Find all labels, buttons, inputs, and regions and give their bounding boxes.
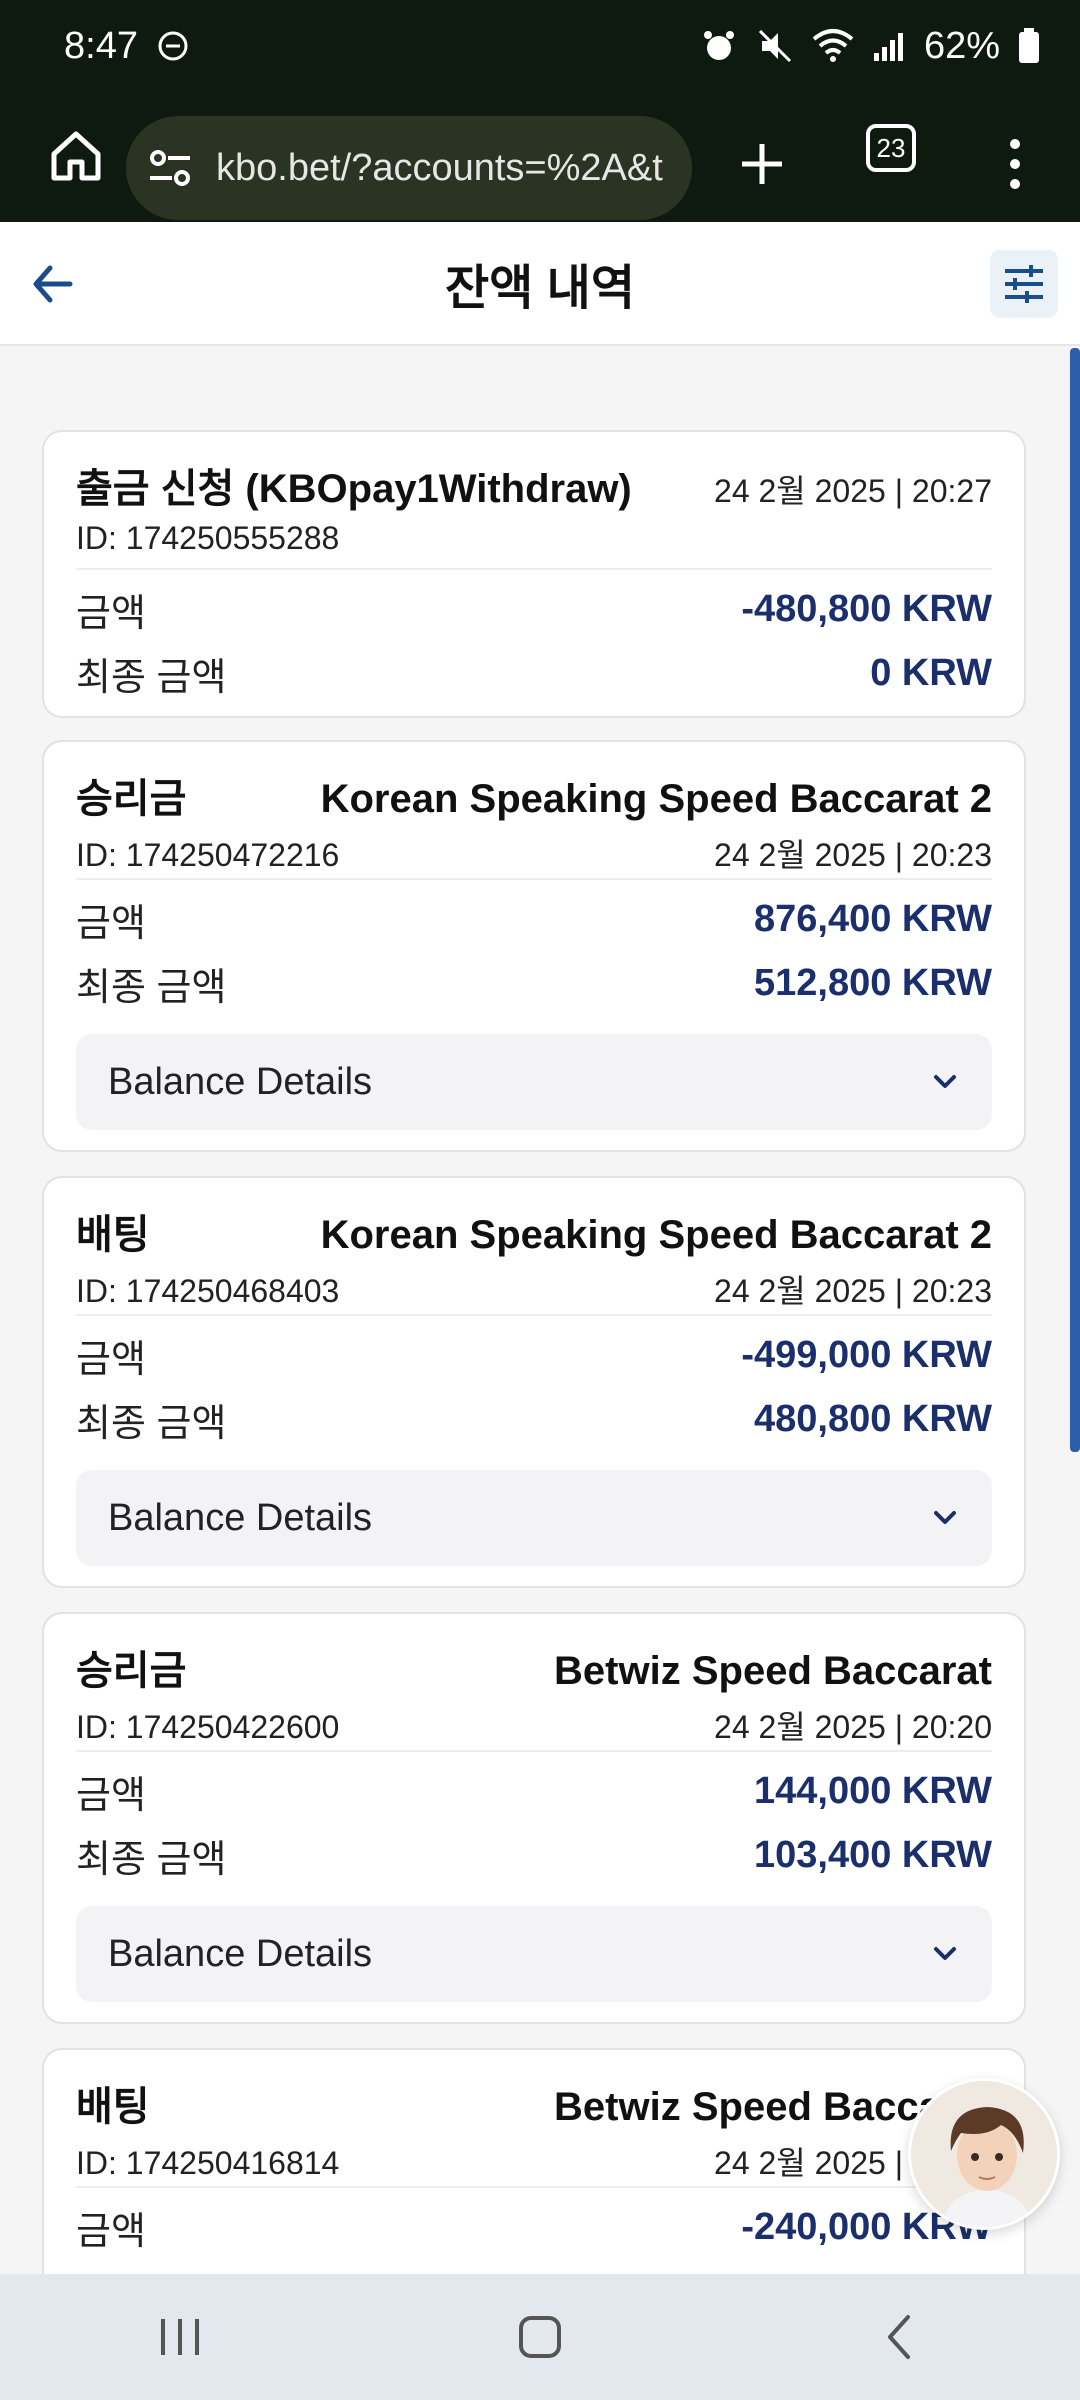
transaction-card: 승리금 Korean Speaking Speed Baccarat 2 ID:… bbox=[42, 740, 1026, 1152]
balance-details-label: Balance Details bbox=[108, 1932, 373, 1975]
transaction-type: 배팅 bbox=[76, 2085, 150, 2129]
dnd-icon bbox=[158, 31, 188, 61]
back-button[interactable] bbox=[24, 256, 80, 312]
transaction-id: ID: 174250416814 bbox=[76, 2145, 340, 2181]
chevron-down-icon bbox=[934, 1947, 956, 1960]
status-bar: 8:47 62% bbox=[0, 0, 1080, 92]
chevron-left-icon bbox=[888, 2315, 910, 2359]
transaction-card: 승리금 Betwiz Speed Baccarat ID: 1742504226… bbox=[42, 1612, 1026, 2024]
amount-value: -499,000 KRW bbox=[741, 1334, 992, 1376]
final-amount-label: 최종 금액 bbox=[76, 967, 227, 1009]
site-settings-icon[interactable] bbox=[146, 144, 194, 192]
more-dot bbox=[1010, 159, 1020, 169]
transaction-id: ID: 174250555288 bbox=[76, 520, 340, 556]
amount-label: 금액 bbox=[76, 1775, 146, 1817]
arrow-left-icon bbox=[33, 265, 73, 303]
system-nav-bar bbox=[0, 2274, 1080, 2400]
transaction-type: 승리금 bbox=[76, 1649, 187, 1693]
game-name: Korean Speaking Speed Baccarat 2 bbox=[320, 777, 992, 821]
home-nav-button[interactable] bbox=[480, 2292, 600, 2382]
status-left: 8:47 bbox=[64, 25, 190, 68]
card-divider bbox=[76, 878, 992, 880]
more-dot bbox=[1010, 179, 1020, 189]
chevron-down-icon bbox=[934, 1511, 956, 1524]
final-amount-value: 0 KRW bbox=[870, 652, 992, 694]
transaction-type: 출금 신청 (KBOpay1Withdraw) bbox=[76, 467, 632, 511]
home-button[interactable] bbox=[36, 116, 116, 196]
support-avatar-button[interactable] bbox=[908, 2078, 1060, 2230]
battery-percent: 62% bbox=[923, 24, 1000, 67]
transaction-date: 24 2월 2025 | 20:23 bbox=[714, 837, 992, 873]
browser-toolbar: kbo.bet/?accounts=%2A&t 23 bbox=[0, 92, 1080, 222]
scrollbar[interactable] bbox=[1070, 348, 1080, 1452]
sliders-icon bbox=[1005, 265, 1043, 303]
more-dot bbox=[1010, 139, 1020, 149]
status-time: 8:47 bbox=[64, 24, 138, 67]
transaction-type: 배팅 bbox=[76, 1213, 150, 1257]
final-amount-label: 최종 금액 bbox=[76, 1403, 227, 1445]
final-amount-label: 최종 금액 bbox=[76, 657, 227, 699]
amount-value: 144,000 KRW bbox=[754, 1770, 992, 1812]
balance-details-toggle[interactable]: Balance Details bbox=[76, 1906, 992, 2002]
wifi-icon bbox=[812, 29, 854, 62]
transaction-card: 출금 신청 (KBOpay1Withdraw) 24 2월 2025 | 20:… bbox=[42, 430, 1026, 718]
amount-label: 금액 bbox=[76, 903, 146, 945]
transaction-date: 24 2월 2025 | 20:23 bbox=[714, 1273, 992, 1309]
recent-apps-icon bbox=[161, 2319, 199, 2355]
card-divider bbox=[76, 1750, 992, 1752]
transaction-type: 승리금 bbox=[76, 777, 187, 821]
home-square-icon bbox=[519, 2316, 561, 2358]
balance-details-label: Balance Details bbox=[108, 1060, 373, 1103]
transaction-date: 24 2월 2025 | 20:20 bbox=[714, 1709, 992, 1745]
new-tab-button[interactable] bbox=[722, 124, 802, 204]
filter-button[interactable] bbox=[990, 250, 1058, 318]
transaction-card: 배팅 Korean Speaking Speed Baccarat 2 ID: … bbox=[42, 1176, 1026, 1588]
amount-value: 876,400 KRW bbox=[754, 898, 992, 940]
balance-details-label: Balance Details bbox=[108, 1496, 373, 1539]
transaction-card: 배팅 Betwiz Speed Baccarat ID: 17425041681… bbox=[42, 2048, 1026, 2274]
home-icon bbox=[51, 131, 101, 181]
amount-value: -480,800 KRW bbox=[741, 588, 992, 630]
battery-icon bbox=[1019, 28, 1039, 63]
chevron-down-icon bbox=[934, 1075, 956, 1088]
final-amount-value: 103,400 KRW bbox=[754, 1834, 992, 1876]
signal-icon bbox=[873, 33, 903, 61]
transaction-id: ID: 174250422600 bbox=[76, 1709, 340, 1745]
page-header: 잔액 내역 bbox=[0, 222, 1080, 346]
game-name: Korean Speaking Speed Baccarat 2 bbox=[320, 1213, 992, 1257]
amount-label: 금액 bbox=[76, 2211, 146, 2253]
transaction-id: ID: 174250472216 bbox=[76, 837, 340, 873]
card-divider bbox=[76, 568, 992, 570]
page-title: 잔액 내역 bbox=[445, 262, 635, 315]
back-nav-button[interactable] bbox=[840, 2292, 960, 2382]
alarm-icon bbox=[703, 31, 734, 60]
mute-icon bbox=[758, 29, 791, 63]
url-text[interactable]: kbo.bet/?accounts=%2A&t bbox=[216, 147, 676, 190]
card-divider bbox=[76, 1314, 992, 1316]
plus-icon bbox=[742, 144, 782, 184]
amount-label: 금액 bbox=[76, 593, 146, 635]
transaction-list[interactable]: 출금 신청 (KBOpay1Withdraw) 24 2월 2025 | 20:… bbox=[0, 346, 1080, 2274]
card-divider bbox=[76, 2186, 992, 2188]
transaction-date: 24 2월 2025 | 20:27 bbox=[714, 473, 992, 509]
status-right: 62% bbox=[700, 25, 1040, 68]
game-name: Betwiz Speed Baccarat bbox=[554, 1649, 992, 1693]
final-amount-value: 480,800 KRW bbox=[754, 1398, 992, 1440]
avatar-icon bbox=[911, 2081, 1057, 2227]
balance-details-toggle[interactable]: Balance Details bbox=[76, 1470, 992, 1566]
balance-details-toggle[interactable]: Balance Details bbox=[76, 1034, 992, 1130]
final-amount-value: 512,800 KRW bbox=[754, 962, 992, 1004]
recent-apps-button[interactable] bbox=[120, 2292, 240, 2382]
amount-label: 금액 bbox=[76, 1339, 146, 1381]
final-amount-label: 최종 금액 bbox=[76, 1839, 227, 1881]
more-menu-button[interactable] bbox=[990, 124, 1040, 204]
tab-switcher-button[interactable]: 23 bbox=[866, 124, 916, 172]
address-bar[interactable]: kbo.bet/?accounts=%2A&t bbox=[126, 116, 692, 220]
transaction-id: ID: 174250468403 bbox=[76, 1273, 340, 1309]
